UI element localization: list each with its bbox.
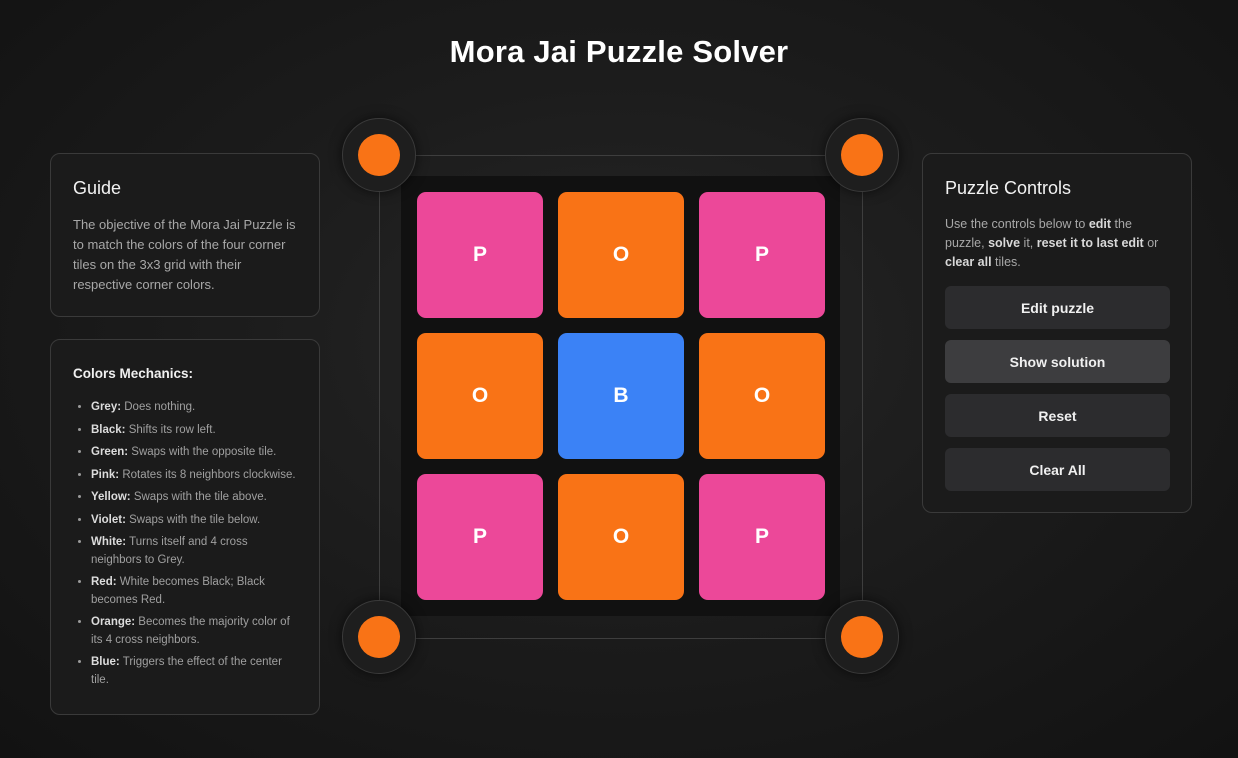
- show-solution-button[interactable]: Show solution: [945, 340, 1170, 383]
- mechanic-item-blue: Blue: Triggers the effect of the center …: [91, 654, 297, 689]
- tile-5[interactable]: B: [558, 333, 684, 459]
- mechanic-item-yellow: Yellow: Swaps with the tile above.: [91, 489, 297, 507]
- tile-1[interactable]: P: [417, 192, 543, 318]
- tile-2[interactable]: O: [558, 192, 684, 318]
- mechanic-item-pink: Pink: Rotates its 8 neighbors clockwise.: [91, 467, 297, 485]
- mechanic-item-green: Green: Swaps with the opposite tile.: [91, 444, 297, 462]
- corner-button-bottom-left[interactable]: [342, 600, 416, 674]
- color-mechanics-panel: Colors Mechanics: Grey: Does nothing. Bl…: [50, 339, 320, 715]
- corner-button-bottom-right[interactable]: [825, 600, 899, 674]
- tile-7[interactable]: P: [417, 474, 543, 600]
- tile-6[interactable]: O: [699, 333, 825, 459]
- corner-color-dot: [841, 134, 883, 176]
- guide-heading: Guide: [73, 178, 122, 198]
- corner-button-top-left[interactable]: [342, 118, 416, 192]
- mechanic-item-black: Black: Shifts its row left.: [91, 422, 297, 440]
- corner-color-dot: [358, 616, 400, 658]
- clear-all-button[interactable]: Clear All: [945, 448, 1170, 491]
- mechanic-item-grey: Grey: Does nothing.: [91, 399, 297, 417]
- corner-button-top-right[interactable]: [825, 118, 899, 192]
- guide-text: The objective of the Mora Jai Puzzle is …: [73, 217, 296, 292]
- guide-panel: Guide The objective of the Mora Jai Puzz…: [50, 153, 320, 317]
- corner-color-dot: [841, 616, 883, 658]
- controls-description: Use the controls below to edit the puzzl…: [945, 217, 1159, 269]
- controls-heading: Puzzle Controls: [945, 178, 1072, 198]
- tile-3[interactable]: P: [699, 192, 825, 318]
- tile-9[interactable]: P: [699, 474, 825, 600]
- tile-8[interactable]: O: [558, 474, 684, 600]
- corner-color-dot: [358, 134, 400, 176]
- tile-4[interactable]: O: [417, 333, 543, 459]
- edit-puzzle-button[interactable]: Edit puzzle: [945, 286, 1170, 329]
- mechanic-item-orange: Orange: Becomes the majority color of it…: [91, 614, 297, 649]
- page-title: Mora Jai Puzzle Solver: [449, 34, 789, 69]
- puzzle-grid: P O P O B O P O P: [401, 176, 840, 616]
- mechanics-heading: Colors Mechanics:: [73, 366, 194, 381]
- mechanics-list: Grey: Does nothing. Black: Shifts its ro…: [73, 399, 297, 689]
- mechanic-item-violet: Violet: Swaps with the tile below.: [91, 512, 297, 530]
- mechanic-item-red: Red: White becomes Black; Black becomes …: [91, 574, 297, 609]
- reset-button[interactable]: Reset: [945, 394, 1170, 437]
- mechanic-item-white: White: Turns itself and 4 cross neighbor…: [91, 534, 297, 569]
- puzzle-controls-panel: Puzzle Controls Use the controls below t…: [922, 153, 1192, 513]
